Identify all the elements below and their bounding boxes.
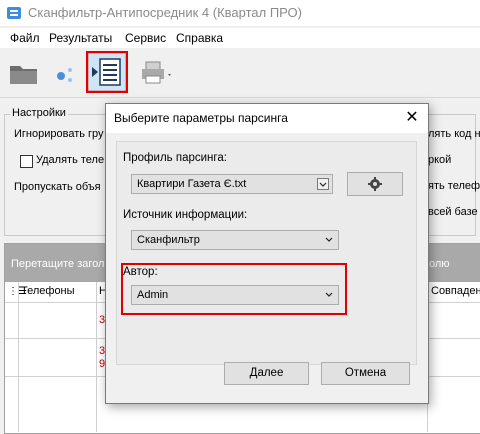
toolbar-divider	[0, 97, 480, 98]
column-matches[interactable]: Совпаден	[431, 285, 480, 297]
dialog-panel: Профиль парсинга: Квартири Газета Є.txt …	[116, 141, 417, 365]
delete-tel-checkbox[interactable]	[20, 155, 33, 168]
menu-bar: Файл Результаты Сервис Справка	[0, 28, 480, 48]
drag-panel-text: Перетащите загол	[11, 258, 105, 270]
window-title: Сканфильтр-Антипосредник 4 (Квартал ПРО)	[28, 5, 303, 20]
profile-select-value: Квартири Газета Є.txt	[137, 178, 247, 190]
profile-select[interactable]: Квартири Газета Є.txt	[131, 174, 333, 194]
dots-button[interactable]	[48, 52, 88, 92]
folder-icon	[10, 66, 37, 84]
chevron-down-icon	[325, 237, 333, 242]
next-button[interactable]: Далее	[224, 362, 309, 385]
toolbar	[0, 49, 480, 97]
menu-results[interactable]: Результаты	[49, 31, 112, 45]
gear-icon	[368, 177, 382, 191]
chevron-down-icon	[317, 178, 329, 190]
skip-label: Пропускать объя	[14, 181, 101, 193]
author-highlight	[121, 263, 347, 315]
title-bar: Сканфильтр-Антипосредник 4 (Квартал ПРО)	[0, 0, 480, 26]
menu-help[interactable]: Справка	[176, 31, 223, 45]
parse-settings-button[interactable]	[85, 50, 129, 94]
grid-divider	[96, 282, 97, 432]
app-icon	[6, 5, 22, 21]
right-delete-code-label: лять код н	[428, 128, 480, 140]
drag-panel-text-right: олю	[429, 258, 450, 270]
open-folder-button[interactable]	[4, 52, 44, 92]
right-rkoy-label: ркой	[428, 154, 452, 166]
print-button[interactable]	[136, 52, 176, 92]
close-icon[interactable]: ✕	[400, 107, 424, 129]
parse-settings-icon	[85, 50, 129, 94]
delete-tel-label: Удалять теле	[36, 154, 105, 166]
cancel-button[interactable]: Отмена	[321, 362, 410, 385]
source-label: Источник информации:	[123, 209, 248, 221]
right-tele-label: ять телеф	[428, 180, 480, 192]
settings-group-title: Настройки	[10, 107, 68, 119]
parse-params-dialog: Выберите параметры парсинга ✕ Профиль па…	[105, 103, 429, 404]
menu-service[interactable]: Сервис	[125, 31, 166, 45]
right-base-label: всей базе (	[428, 206, 480, 218]
source-select-value: Сканфильтр	[137, 234, 200, 246]
profile-label: Профиль парсинга:	[123, 152, 227, 164]
dialog-title-bar: Выберите параметры парсинга ✕	[106, 104, 428, 133]
grid-divider	[18, 282, 19, 432]
column-phones[interactable]: Телефоны	[21, 285, 75, 297]
printer-icon	[142, 61, 171, 84]
ignore-label: Игнорировать гру	[14, 128, 104, 140]
profile-settings-button[interactable]	[347, 172, 403, 196]
dialog-title: Выберите параметры парсинга	[114, 111, 288, 125]
source-select[interactable]: Сканфильтр	[131, 230, 339, 250]
dots-icon	[57, 68, 72, 82]
menu-file[interactable]: Файл	[10, 31, 40, 45]
